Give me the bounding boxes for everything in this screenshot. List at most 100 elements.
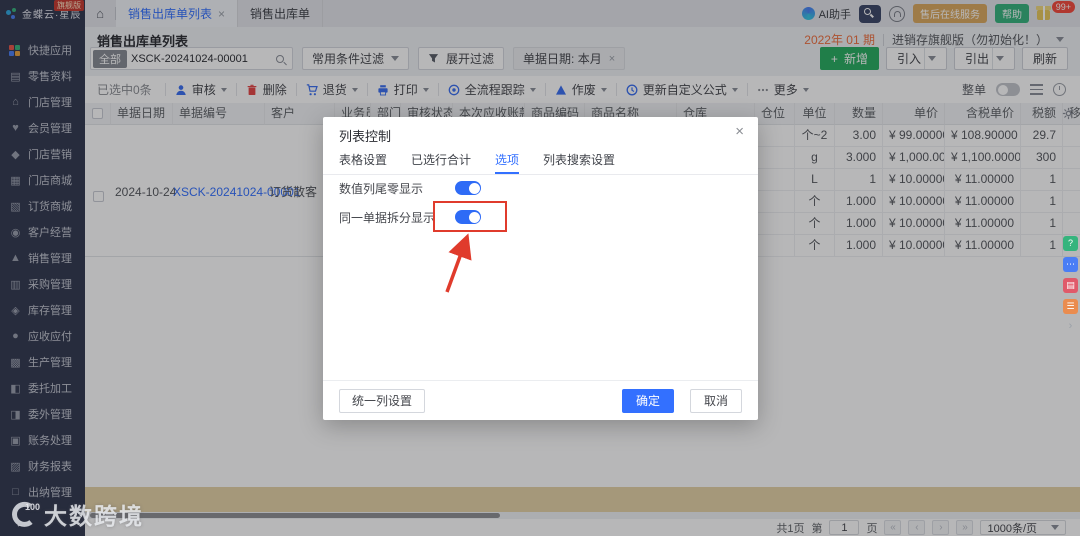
close-icon[interactable]: × — [609, 53, 615, 65]
column-header-数量[interactable]: 数量 — [835, 103, 883, 125]
headset-icon[interactable] — [889, 5, 905, 22]
prev-page-icon[interactable]: ‹ — [908, 520, 926, 535]
notification-count-badge[interactable]: 99+ — [1051, 1, 1075, 13]
help-button[interactable]: 帮助 — [995, 4, 1029, 23]
home-icon[interactable]: ⌂ — [85, 0, 115, 27]
accounting-period[interactable]: 2022年 01 期 — [804, 31, 875, 48]
add-button[interactable]: + 新增 — [819, 47, 879, 70]
column-header-仓位[interactable]: 仓位 — [755, 103, 795, 125]
ok-button[interactable]: 确定 — [622, 389, 674, 413]
row-cell — [755, 191, 795, 213]
sidebar-item-采购管理[interactable]: ▥ 采购管理 — [0, 271, 85, 297]
last-page-icon[interactable]: » — [956, 520, 974, 535]
chevron-down-icon[interactable] — [995, 56, 1004, 61]
dialog-tab-表格设置[interactable]: 表格设置 — [339, 147, 387, 174]
search-scope-chip[interactable]: 全部 — [93, 49, 127, 68]
first-page-icon[interactable]: « — [884, 520, 902, 535]
sidebar-item-门店商城[interactable]: ▦ 门店商城 — [0, 167, 85, 193]
sidebar-item-会员管理[interactable]: ♥ 会员管理 — [0, 115, 85, 141]
sidebar-item-门店营销[interactable]: ◆ 门店营销 — [0, 141, 85, 167]
作废-button[interactable]: 作废 — [555, 81, 607, 98]
tab-销售出库单列表[interactable]: 销售出库单列表 × — [116, 0, 239, 27]
feedback-icon[interactable]: ☰ — [1063, 299, 1078, 314]
search-icon[interactable] — [276, 54, 284, 63]
ai-assistant-button[interactable]: AI助手 — [801, 6, 851, 22]
chat-icon[interactable]: ⋯ — [1063, 257, 1078, 272]
tab-label: 销售出库单列表 — [128, 7, 213, 21]
删除-button[interactable]: 删除 — [246, 81, 287, 98]
sidebar-item-账务处理[interactable]: ▣ 账务处理 — [0, 427, 85, 453]
column-header-单位[interactable]: 单位 — [795, 103, 835, 125]
column-header-单据日期[interactable]: 单据日期 — [111, 103, 173, 125]
toolbar-button-label: 更新自定义公式 — [642, 83, 727, 97]
history-clock-icon[interactable] — [1053, 83, 1066, 96]
column-header-含税单价[interactable]: 含税单价 — [945, 103, 1021, 125]
sidebar-item-客户经营[interactable]: ◉ 客户经营 — [0, 219, 85, 245]
whole-doc-toggle[interactable] — [996, 83, 1020, 96]
search-input[interactable] — [131, 52, 276, 65]
divider — [746, 83, 748, 96]
column-header-单价[interactable]: 单价 — [883, 103, 945, 125]
row-cell: 3.00 — [835, 125, 883, 147]
after-sales-service-button[interactable]: 售后在线服务 — [913, 4, 987, 23]
search-box[interactable]: 全部 — [90, 47, 293, 70]
sidebar-item-门店管理[interactable]: ⌂ 门店管理 — [0, 89, 85, 115]
退货-button[interactable]: 退货 — [306, 81, 358, 98]
gift-icon[interactable] — [1036, 6, 1051, 20]
row-cell: 29.7 — [1021, 125, 1063, 147]
select-all-checkbox[interactable] — [92, 108, 103, 119]
sidebar-item-委托加工[interactable]: ◧ 委托加工 — [0, 375, 85, 401]
sidebar-item-库存管理[interactable]: ◈ 库存管理 — [0, 297, 85, 323]
sidebar-item-零售资料[interactable]: ▤ 零售资料 — [0, 63, 85, 89]
export-button[interactable]: 引出 — [953, 47, 1015, 70]
dialog-tab-列表搜索设置[interactable]: 列表搜索设置 — [543, 147, 615, 174]
全流程跟踪-button[interactable]: 全流程跟踪 — [448, 81, 536, 98]
chevron-down-icon[interactable] — [1056, 37, 1064, 42]
tab-销售出库单[interactable]: 销售出库单 — [238, 0, 324, 27]
dialog-tab-已选行合计[interactable]: 已选行合计 — [411, 147, 471, 174]
date-filter-chip[interactable]: 单据日期: 本月 × — [513, 47, 626, 70]
sidebar-item-生产管理[interactable]: ▩ 生产管理 — [0, 349, 85, 375]
toggle-switch-on[interactable] — [455, 181, 481, 195]
更新自定义公式-button[interactable]: 更新自定义公式 — [626, 81, 738, 98]
store-mall-icon: ▦ — [10, 174, 21, 187]
chevron-down-icon[interactable] — [927, 56, 936, 61]
dialog-title: 列表控制 — [339, 129, 392, 144]
column-settings-gear-icon[interactable] — [1062, 107, 1075, 123]
inventory-icon: ◈ — [11, 304, 20, 317]
divider — [882, 33, 884, 46]
sidebar-item-委外管理[interactable]: ◨ 委外管理 — [0, 401, 85, 427]
column-header-单据编号[interactable]: 单据编号 — [173, 103, 265, 125]
collapse-arrow-icon[interactable]: › — [1069, 320, 1073, 332]
打印-button[interactable]: 打印 — [377, 81, 429, 98]
expand-filter-button[interactable]: 展开过滤 — [418, 47, 505, 70]
next-page-icon[interactable]: › — [932, 520, 950, 535]
cancel-button[interactable]: 取消 — [690, 389, 742, 413]
sidebar-item-订货商城[interactable]: ▧ 订货商城 — [0, 193, 85, 219]
sidebar-item-应收应付[interactable]: ● 应收应付 — [0, 323, 85, 349]
row-checkbox[interactable] — [93, 191, 104, 202]
page-size-select[interactable]: 1000条/页 — [980, 520, 1066, 535]
dialog-tab-选项[interactable]: 选项 — [495, 147, 520, 174]
quick-filter-dropdown[interactable]: 常用条件过滤 — [302, 47, 410, 70]
sidebar-item-快捷应用[interactable]: 快捷应用 — [0, 37, 85, 63]
import-button[interactable]: 引入 — [885, 47, 947, 70]
column-header-税额[interactable]: 税额 — [1021, 103, 1063, 125]
edition-name[interactable]: 进销存旗舰版（勿初始化！） — [892, 31, 1048, 48]
column-list-icon[interactable] — [1030, 84, 1043, 95]
survey-icon[interactable]: ▤ — [1063, 278, 1078, 293]
close-tab-icon[interactable]: × — [218, 7, 225, 21]
sidebar-item-销售管理[interactable]: ▲ 销售管理 — [0, 245, 85, 271]
help-question-icon[interactable]: ? — [1063, 236, 1078, 251]
close-icon[interactable]: × — [735, 123, 744, 140]
toolbar-buttons: 审核 删除 退货 打印 全流程跟踪 作废 更新自定义公式 更多 — [156, 81, 809, 98]
page-number-input[interactable] — [829, 520, 860, 535]
horizontal-scrollbar[interactable] — [90, 513, 500, 518]
sidebar-item-财务报表[interactable]: ▨ 财务报表 — [0, 453, 85, 479]
refresh-button[interactable]: 刷新 — [1021, 47, 1068, 70]
global-search-button[interactable] — [859, 4, 881, 23]
row-cell: 个 — [795, 235, 835, 257]
更多-button[interactable]: 更多 — [757, 81, 809, 98]
审核-button[interactable]: 审核 — [175, 81, 227, 98]
unify-columns-button[interactable]: 统一列设置 — [339, 389, 426, 413]
